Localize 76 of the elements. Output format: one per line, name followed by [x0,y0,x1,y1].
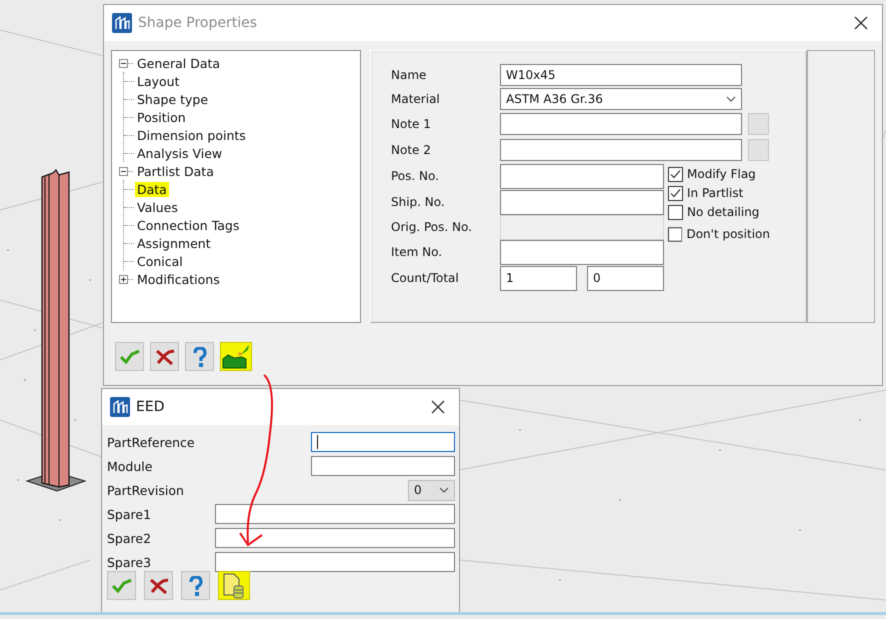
field-label: Spare1 [107,506,152,522]
field-label: Note 1 [391,117,432,131]
help-icon [188,576,202,596]
text-field[interactable] [215,552,455,572]
tree-item[interactable]: Assignment [135,236,213,250]
tree-item[interactable]: Layout [135,74,182,88]
checkbox[interactable] [668,186,683,200]
toolbar-button[interactable] [150,342,179,371]
tree-item[interactable]: Conical [135,254,185,268]
tree-item[interactable]: Shape type [135,92,210,106]
field-label: Module [107,458,152,474]
tree-item[interactable]: Connection Tags [135,218,242,232]
text-field[interactable] [500,240,664,264]
field-label: Spare2 [107,530,152,546]
tree-item[interactable]: Analysis View [135,146,224,160]
tree-item[interactable]: Dimension points [135,128,248,142]
folder-icon [222,344,250,370]
text-field[interactable] [215,504,455,524]
check-icon [120,350,140,364]
toolbar-button[interactable] [220,342,252,371]
dropdown[interactable]: 0 [408,480,455,500]
expand-icon[interactable] [119,274,128,284]
text-field[interactable]: W10x45 [500,64,742,86]
collapse-icon[interactable] [119,58,128,68]
tree-item[interactable]: General Data [135,56,222,70]
field-label: Spare3 [107,554,152,570]
tree-item[interactable]: Partlist Data [135,164,216,178]
field-label: Ship. No. [391,195,446,209]
checkbox[interactable] [668,166,683,182]
checkbox-label: Don't position [686,227,770,241]
checkbox-label: Modify Flag [687,167,756,181]
toolbar-button[interactable] [185,342,214,371]
toolbar-button[interactable] [218,571,250,600]
text-field[interactable] [311,432,455,452]
field-label: Count/Total [391,271,460,285]
tree-item[interactable]: Modifications [135,272,222,286]
field-label: Note 2 [391,143,432,157]
field-label: PartReference [107,434,195,450]
window-title: Shape Properties [138,15,258,31]
checkbox-label: In Partlist [687,186,744,200]
text-field[interactable] [500,164,664,188]
field-label: Material [391,92,441,106]
app-logo-icon [110,397,130,417]
text-field[interactable] [500,139,742,161]
dropdown[interactable]: ASTM A36 Gr.36 [500,88,742,110]
tree-item[interactable]: Data [135,182,169,196]
text-field[interactable] [215,528,455,548]
tree-item[interactable]: Values [135,200,180,214]
document-icon [222,572,246,598]
number-field[interactable]: 0 [587,266,664,290]
text-field[interactable] [500,113,742,135]
chevron-down-icon [439,487,449,493]
text-field[interactable] [311,456,455,476]
cancel-icon [148,576,168,594]
toolbar-button[interactable] [181,571,210,600]
checkbox[interactable] [668,204,683,220]
field-label: Item No. [391,245,444,259]
field-label: Pos. No. [391,169,440,183]
checkbox-label: No detailing [687,205,760,219]
toolbar-button[interactable] [144,571,173,600]
close-icon[interactable] [431,400,445,414]
tree-item[interactable]: Position [135,110,188,124]
checkbox[interactable] [668,226,682,242]
collapse-icon[interactable] [119,166,128,176]
app-logo-icon [112,13,132,33]
help-icon [192,346,206,366]
window-title: EED [136,399,164,415]
chevron-down-icon [726,96,736,102]
field-label: Orig. Pos. No. [391,220,473,234]
check-icon [112,578,132,592]
text-field[interactable] [500,190,664,214]
cancel-icon [154,348,174,366]
field-label: Name [391,68,428,82]
number-field[interactable]: 1 [500,266,577,290]
close-icon[interactable] [854,16,868,30]
field-label: PartRevision [107,482,184,498]
